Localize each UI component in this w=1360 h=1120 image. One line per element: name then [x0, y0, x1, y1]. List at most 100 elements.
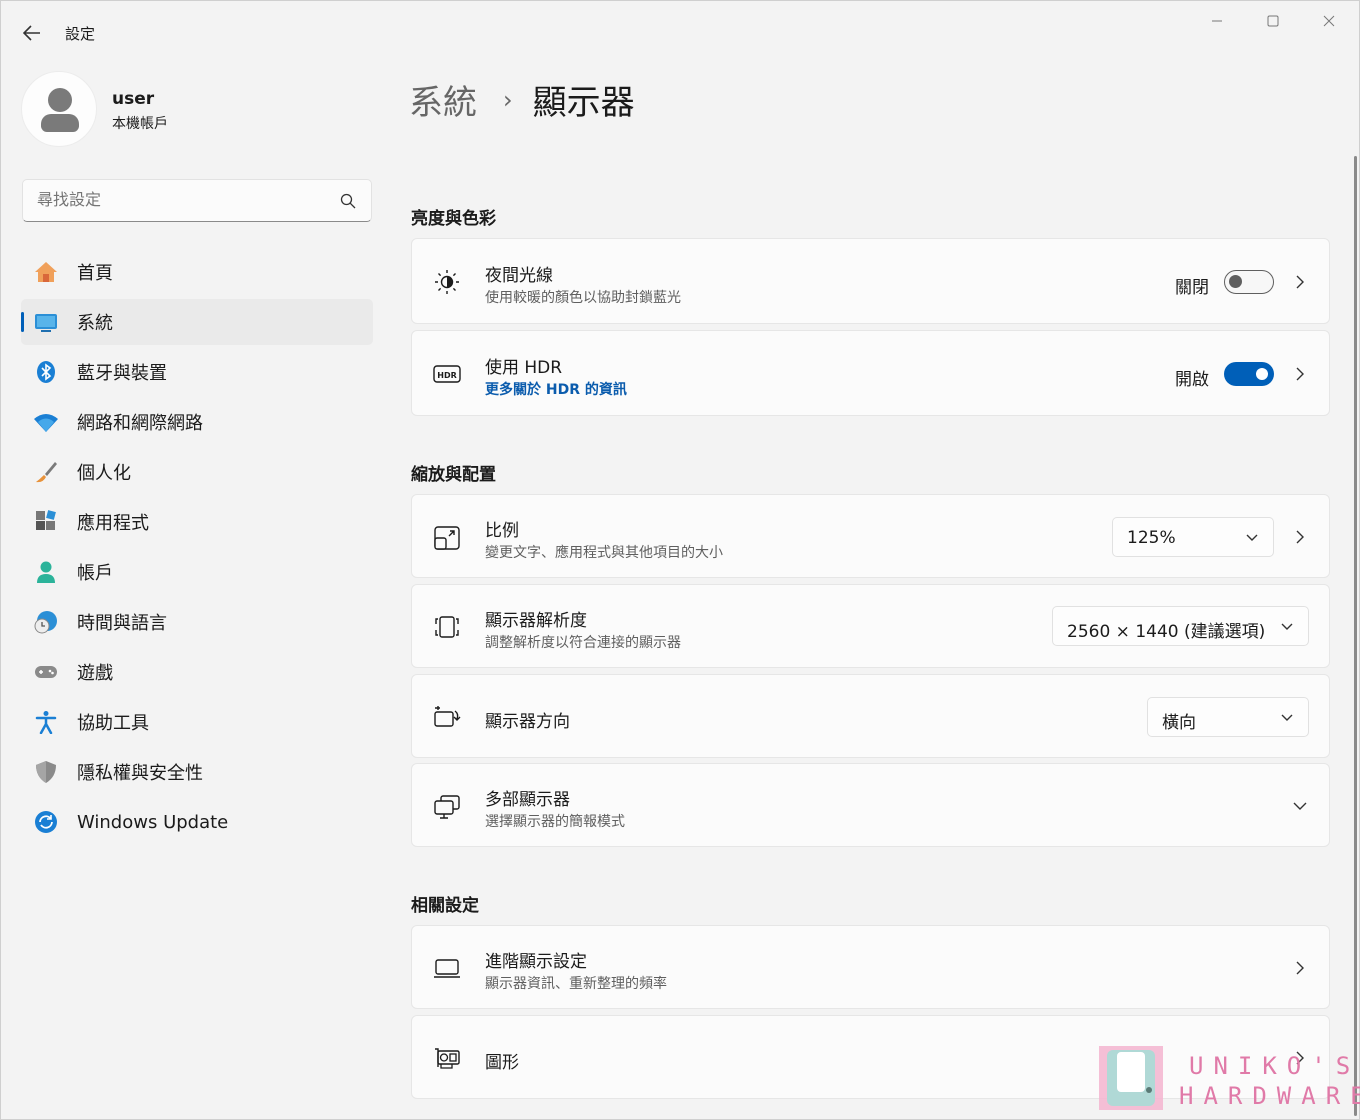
chevron-right-icon	[1296, 367, 1304, 381]
sidebar-item-bluetooth[interactable]: 藍牙與裝置	[21, 349, 373, 395]
settings-window: 設定 user 本機帳戶 首頁 系統	[0, 0, 1360, 1120]
chevron-right-icon	[1296, 961, 1304, 975]
sidebar-item-privacy[interactable]: 隱私權與安全性	[21, 749, 373, 795]
multiple-displays-icon	[434, 795, 460, 819]
maximize-button[interactable]	[1245, 9, 1301, 33]
chevron-right-icon	[1296, 530, 1304, 544]
resolution-card[interactable]: 顯示器解析度 調整解析度以符合連接的顯示器 2560 × 1440 (建議選項)	[411, 584, 1330, 668]
wifi-icon	[34, 414, 58, 432]
minimize-button[interactable]	[1189, 9, 1245, 33]
bluetooth-icon	[37, 361, 55, 383]
minimize-icon	[1212, 20, 1222, 22]
sidebar-item-apps[interactable]: 應用程式	[21, 499, 373, 545]
sidebar-item-label: 遊戲	[77, 663, 113, 684]
shield-icon	[36, 761, 56, 783]
sidebar-item-label: 帳戶	[77, 563, 113, 584]
sidebar-item-time-language[interactable]: 時間與語言	[21, 599, 373, 645]
sidebar-item-label: 時間與語言	[77, 613, 167, 634]
night-light-toggle[interactable]	[1224, 270, 1274, 294]
graphics-title: 圖形	[485, 1053, 519, 1073]
sidebar-item-label: 藍牙與裝置	[77, 363, 167, 384]
section-title-brightness: 亮度與色彩	[411, 209, 496, 229]
avatar	[21, 71, 97, 147]
scale-icon	[434, 526, 460, 550]
sidebar-item-accessibility[interactable]: 協助工具	[21, 699, 373, 745]
sidebar-item-network[interactable]: 網路和網際網路	[21, 399, 373, 445]
advanced-display-subtitle: 顯示器資訊、重新整理的頻率	[485, 976, 667, 992]
orientation-dropdown[interactable]: 橫向	[1147, 697, 1309, 737]
resolution-dropdown[interactable]: 2560 × 1440 (建議選項)	[1052, 606, 1309, 646]
gamepad-icon	[35, 666, 57, 678]
scrollbar[interactable]	[1354, 156, 1357, 1116]
home-icon	[35, 262, 57, 282]
sidebar-item-personalization[interactable]: 個人化	[21, 449, 373, 495]
graphics-card-icon	[435, 1048, 460, 1069]
back-arrow-icon	[23, 25, 40, 41]
sidebar-item-windows-update[interactable]: Windows Update	[21, 799, 373, 845]
sidebar-item-home[interactable]: 首頁	[21, 249, 373, 295]
chevron-down-icon[interactable]	[1293, 799, 1307, 813]
section-title-related: 相關設定	[411, 896, 479, 916]
chevron-right-icon	[1296, 275, 1304, 289]
hdr-card[interactable]: HDR 使用 HDR 更多關於 HDR 的資訊 開啟	[411, 330, 1330, 416]
chevron-down-icon	[1281, 714, 1293, 721]
multiple-displays-title: 多部顯示器	[485, 790, 570, 810]
night-light-title: 夜間光線	[485, 266, 553, 286]
night-light-icon	[435, 270, 459, 294]
svg-text:HDR: HDR	[437, 371, 457, 380]
brush-icon	[36, 462, 57, 483]
resolution-subtitle: 調整解析度以符合連接的顯示器	[485, 635, 681, 651]
accessibility-icon	[35, 711, 57, 734]
scale-value: 125%	[1127, 528, 1176, 548]
orientation-card[interactable]: 顯示器方向 橫向	[411, 674, 1330, 758]
hdr-state: 開啟	[1175, 370, 1209, 390]
sidebar-item-gaming[interactable]: 遊戲	[21, 649, 373, 695]
multiple-displays-card[interactable]: 多部顯示器 選擇顯示器的簡報模式	[411, 763, 1330, 847]
watermark: UNIKO'S HARDWARE	[1099, 1046, 1360, 1112]
maximize-icon	[1267, 15, 1279, 27]
sidebar-item-label: 隱私權與安全性	[77, 763, 203, 784]
apps-icon	[36, 510, 56, 530]
hdr-info-link[interactable]: 更多關於 HDR 的資訊	[485, 379, 627, 399]
monitor-icon	[434, 959, 460, 978]
resolution-title: 顯示器解析度	[485, 611, 587, 631]
multiple-displays-subtitle: 選擇顯示器的簡報模式	[485, 814, 625, 830]
night-light-subtitle: 使用較暖的顏色以協助封鎖藍光	[485, 290, 681, 306]
accounts-icon	[37, 561, 55, 583]
search-input[interactable]	[37, 190, 337, 209]
sidebar-item-system[interactable]: 系統	[21, 299, 373, 345]
search-box[interactable]	[22, 179, 372, 222]
scale-dropdown[interactable]: 125%	[1112, 517, 1274, 557]
system-icon	[35, 314, 57, 332]
sidebar-item-label: 協助工具	[77, 713, 149, 734]
sidebar-item-label: 首頁	[77, 263, 113, 284]
breadcrumb-separator: ›	[503, 85, 513, 114]
watermark-top-text: UNIKO'S	[1189, 1052, 1360, 1080]
breadcrumb: 系統 › 顯示器	[409, 75, 635, 124]
resolution-icon	[435, 616, 459, 638]
night-light-card[interactable]: 夜間光線 使用較暖的顏色以協助封鎖藍光 關閉	[411, 238, 1330, 324]
sidebar-nav: 首頁 系統 藍牙與裝置 網路和網際網路 個人化 應用程式 帳戶 時間與語言 遊戲…	[21, 249, 373, 849]
scale-title: 比例	[485, 521, 519, 541]
title-bar: 設定	[1, 1, 1359, 49]
hdr-icon: HDR	[433, 365, 461, 383]
globe-clock-icon	[34, 611, 57, 634]
advanced-display-card[interactable]: 進階顯示設定 顯示器資訊、重新整理的頻率	[411, 925, 1330, 1009]
sidebar-item-label: Windows Update	[77, 811, 229, 833]
page-title: 顯示器	[532, 83, 635, 123]
hdr-toggle[interactable]	[1224, 362, 1274, 386]
chevron-down-icon	[1281, 623, 1293, 630]
sidebar-item-accounts[interactable]: 帳戶	[21, 549, 373, 595]
back-button[interactable]	[17, 19, 47, 47]
close-icon	[1323, 15, 1335, 27]
search-icon[interactable]	[339, 192, 357, 210]
watermark-logo-icon	[1099, 1046, 1163, 1110]
sidebar-item-label: 應用程式	[77, 513, 149, 534]
close-button[interactable]	[1301, 9, 1357, 33]
update-icon	[35, 811, 57, 833]
breadcrumb-parent[interactable]: 系統	[409, 75, 477, 124]
hdr-title: 使用 HDR	[485, 358, 563, 378]
scale-card[interactable]: 比例 變更文字、應用程式與其他項目的大小 125%	[411, 494, 1330, 578]
scale-subtitle: 變更文字、應用程式與其他項目的大小	[485, 545, 723, 561]
app-title: 設定	[65, 25, 96, 43]
